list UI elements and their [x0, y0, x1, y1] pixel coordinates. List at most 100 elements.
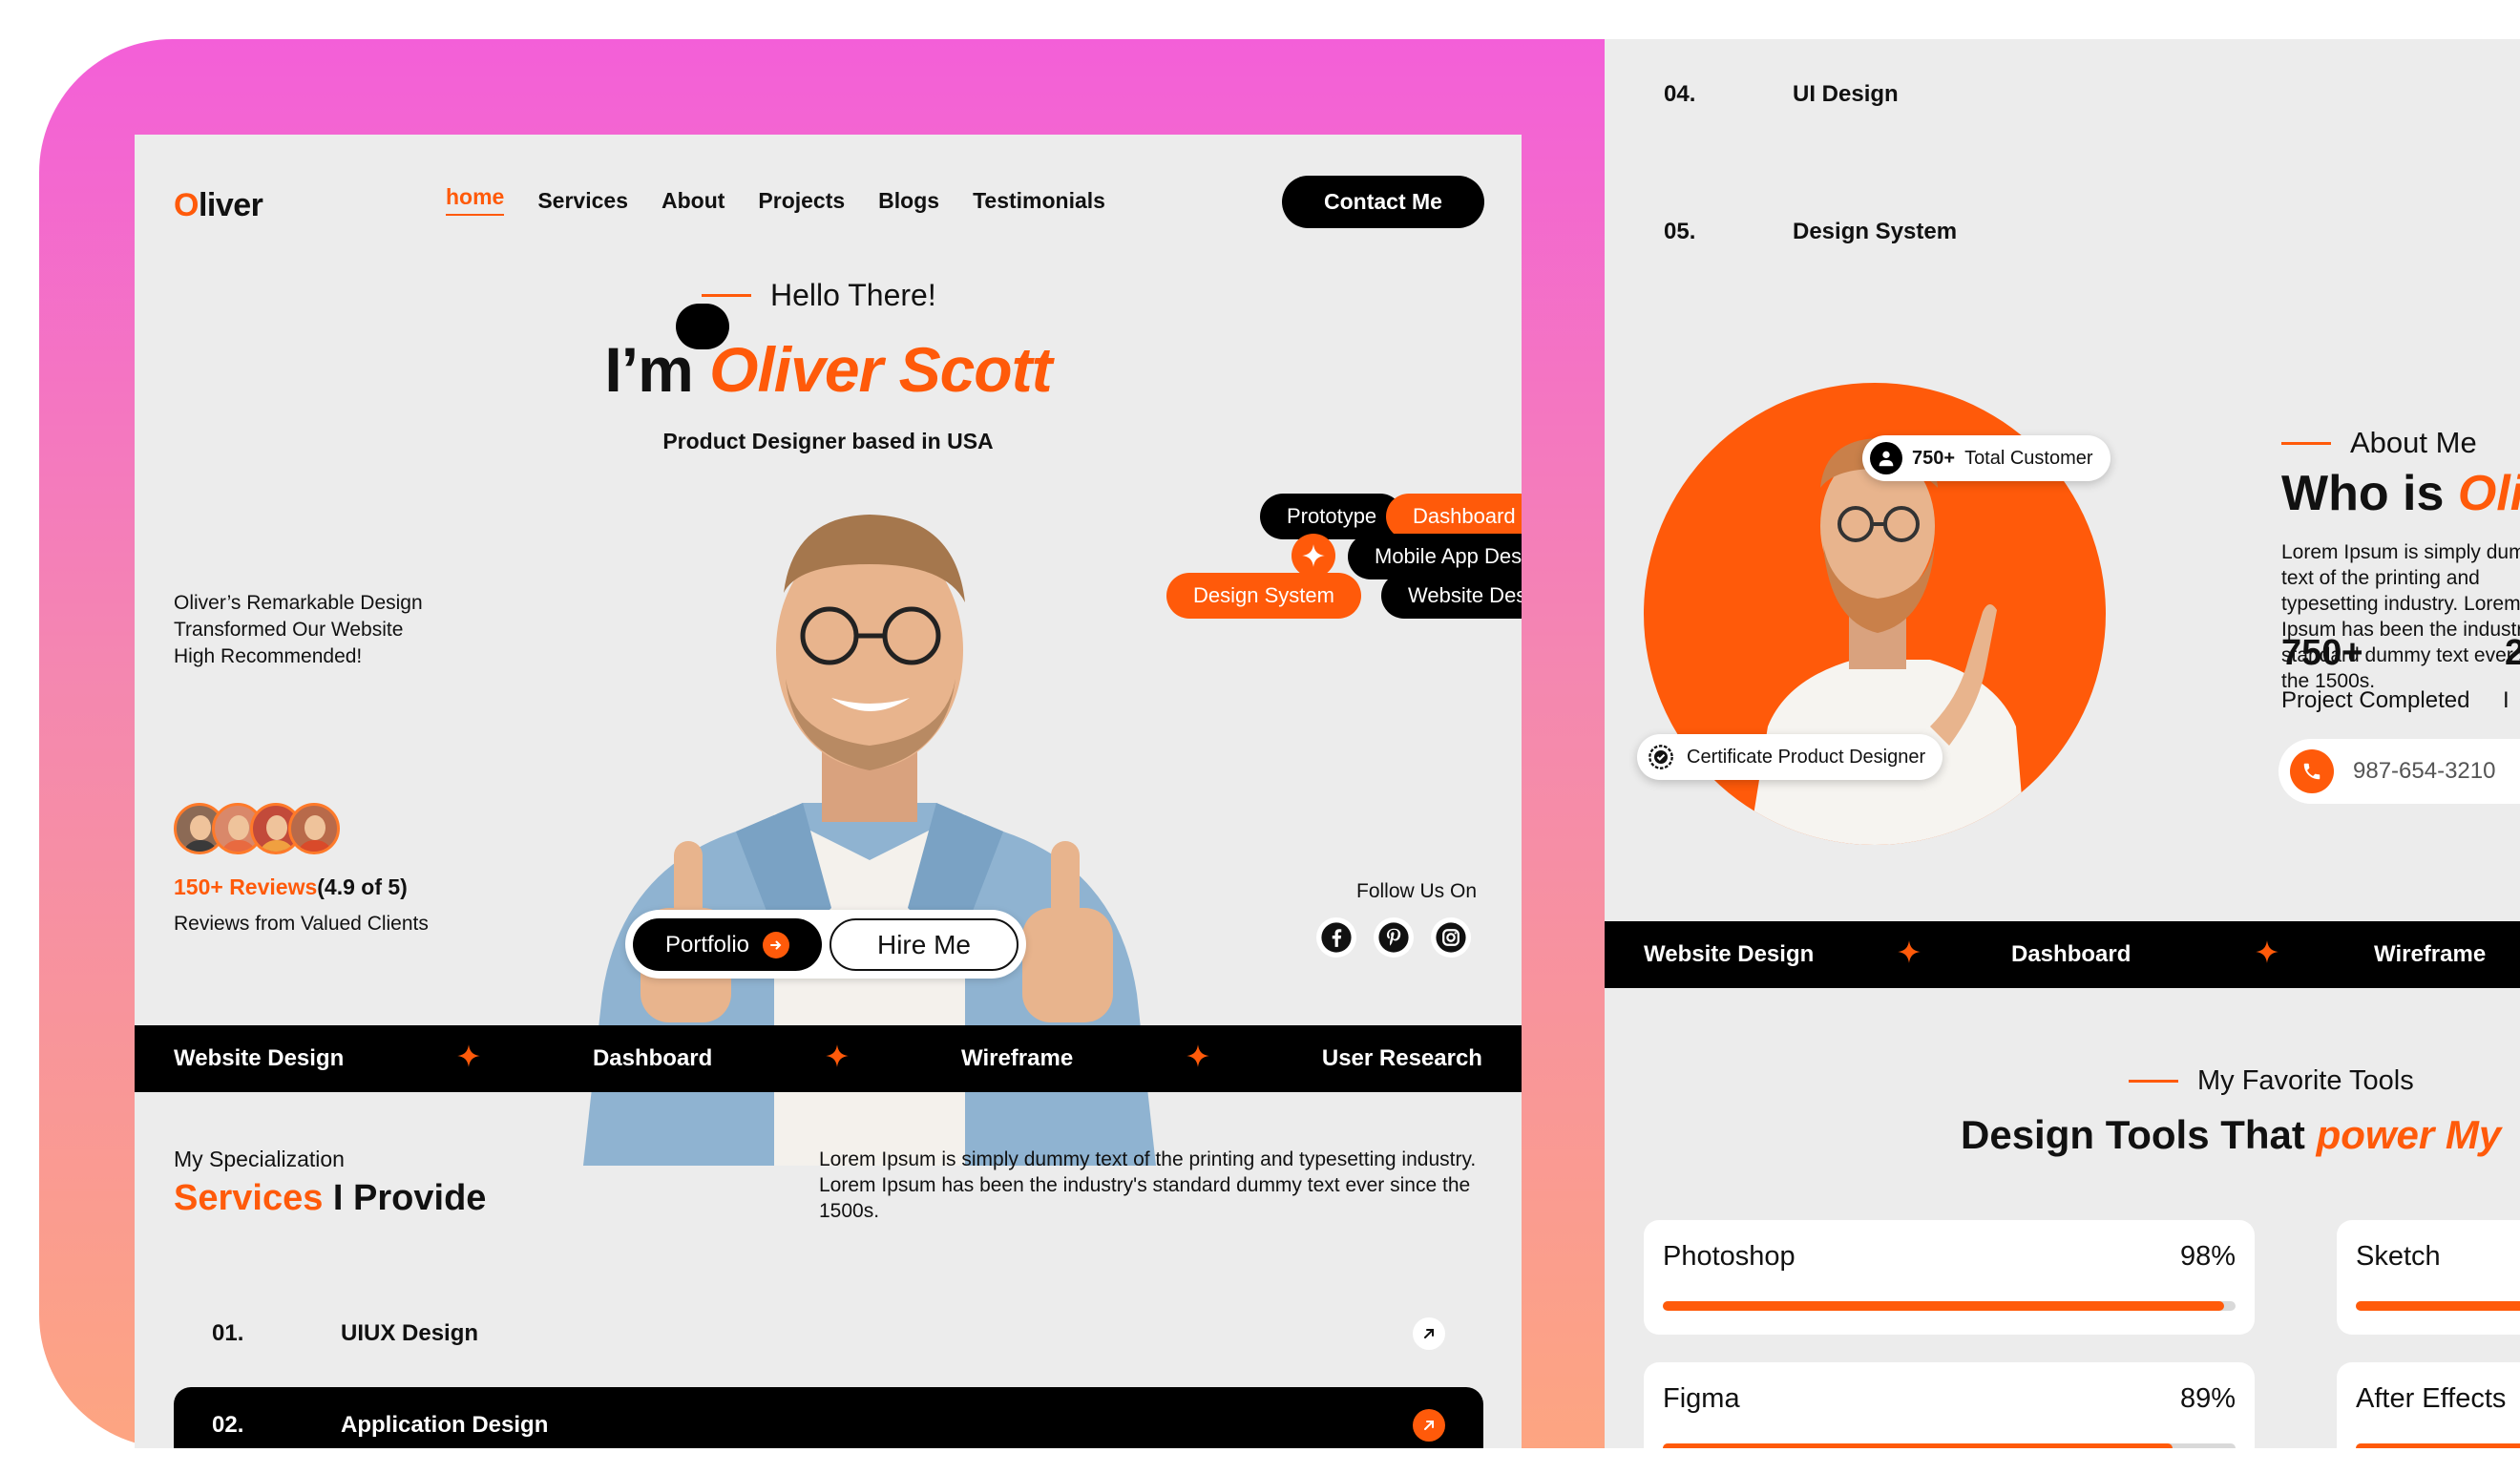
- ticker-item: Website Design: [1644, 941, 1815, 967]
- testimonial-quote: Oliver’s Remarkable Design Transformed O…: [174, 590, 489, 670]
- stat-label: Project Completed: [2281, 687, 2470, 713]
- ticker-item: Wireframe: [2374, 941, 2487, 967]
- services-description: Lorem Ipsum is simply dummy text of the …: [819, 1148, 1477, 1222]
- tool-progress-track: [1663, 1443, 2236, 1448]
- user-icon: [1870, 442, 1902, 474]
- arrow-up-right-icon[interactable]: [1413, 1409, 1445, 1442]
- nav-services[interactable]: Services: [537, 188, 628, 216]
- sparkle-icon: [825, 1043, 850, 1075]
- about-title-name: Oliver: [2457, 466, 2520, 521]
- service-number: 04.: [1664, 81, 1696, 107]
- tool-card-photoshop: Photoshop 98%: [1644, 1220, 2255, 1335]
- portfolio-label: Portfolio: [664, 931, 750, 958]
- reviews-subtext: Reviews from Valued Clients: [174, 913, 429, 935]
- service-name: Application Design: [341, 1412, 549, 1438]
- nav-projects[interactable]: Projects: [758, 188, 845, 216]
- hero-name: Oliver Scott: [709, 334, 1052, 405]
- sparkle-icon: [1292, 534, 1335, 578]
- arrow-up-right-icon[interactable]: [1413, 1317, 1445, 1350]
- nav-testimonials[interactable]: Testimonials: [973, 188, 1105, 216]
- tag-prototype[interactable]: Prototype: [1260, 494, 1404, 539]
- portfolio-page-hero: Oliver home Services About Projects Blog…: [135, 135, 1522, 1448]
- stat-value: 750+: [2281, 633, 2363, 673]
- ticker-item: Wireframe: [961, 1045, 1074, 1071]
- tools-title-highlight: power My: [2316, 1112, 2502, 1157]
- tool-progress-fill: [2356, 1301, 2520, 1311]
- sparkle-icon: [456, 1043, 481, 1075]
- hero-subtitle: Product Designer based in USA: [662, 429, 994, 453]
- phone-contact[interactable]: 987-654-3210: [2278, 739, 2520, 804]
- tool-progress-track: [2356, 1301, 2520, 1311]
- hello-heading: Hello There!: [702, 278, 936, 313]
- hire-me-button[interactable]: Hire Me: [830, 918, 1018, 971]
- services-title: Services I Provide: [174, 1178, 486, 1219]
- tool-card-figma: Figma 89%: [1644, 1362, 2255, 1448]
- service-number: 02.: [212, 1412, 244, 1438]
- tag-website-design[interactable]: Website Design: [1381, 573, 1522, 619]
- tag-dashboard[interactable]: Dashboard: [1386, 494, 1522, 539]
- phone-number: 987-654-3210: [2353, 758, 2496, 784]
- instagram-icon[interactable]: [1431, 917, 1471, 958]
- tools-title-prefix: Design Tools That: [1961, 1112, 2317, 1157]
- customers-count: 750+: [1912, 447, 1956, 469]
- testimonial-line-3: High Recommended!: [174, 645, 363, 667]
- ticker-item: Dashboard: [2011, 941, 2132, 967]
- spacer: [676, 304, 729, 349]
- reviews-count: 150+ Reviews(4.9 of 5): [174, 874, 408, 900]
- tools-title: Design Tools That power My: [1961, 1112, 2501, 1158]
- service-number: 05.: [1664, 219, 1696, 244]
- reviews-rating: (4.9 of 5): [317, 874, 408, 899]
- testimonial-line-1: Oliver’s Remarkable Design: [174, 592, 423, 614]
- service-name[interactable]: Design System: [1793, 219, 1957, 245]
- service-row-active[interactable]: 02. Application Design: [174, 1387, 1483, 1448]
- sparkle-icon: [1897, 939, 2011, 971]
- tool-name: Photoshop: [1663, 1241, 1796, 1272]
- facebook-icon[interactable]: [1316, 917, 1356, 958]
- tool-card-after-effects: After Effects: [2337, 1362, 2520, 1448]
- about-label: About Me: [2281, 426, 2477, 460]
- portfolio-button[interactable]: Portfolio: [633, 918, 822, 971]
- about-title-prefix: Who is: [2281, 466, 2458, 521]
- nav-about[interactable]: About: [662, 188, 724, 216]
- accent-dash: [2281, 441, 2331, 445]
- customers-label: Total Customer: [1964, 447, 2093, 469]
- hero-cta-group: Portfolio Hire Me: [625, 910, 1026, 979]
- contact-button[interactable]: Contact Me: [1282, 176, 1484, 228]
- tools-label: My Favorite Tools: [2129, 1065, 2414, 1097]
- service-row[interactable]: 01. UIUX Design: [174, 1295, 1483, 1372]
- reviews-highlight: 150+ Reviews: [174, 874, 318, 899]
- social-links: [1316, 917, 1471, 958]
- screenshot-stage: Oliver home Services About Projects Blog…: [0, 0, 2520, 1474]
- logo-initial: O: [174, 187, 199, 223]
- tag-design-system[interactable]: Design System: [1166, 573, 1361, 619]
- service-number: 01.: [212, 1320, 244, 1346]
- main-nav: home Services About Projects Blogs Testi…: [446, 184, 1105, 216]
- tool-progress-fill: [2356, 1443, 2520, 1448]
- tool-percent: 89%: [2179, 1383, 2236, 1414]
- certificate-badge: Certificate Product Designer: [1637, 734, 1943, 780]
- logo[interactable]: Oliver: [174, 187, 263, 224]
- service-name[interactable]: UI Design: [1793, 81, 1899, 108]
- accent-dash: [2129, 1080, 2178, 1083]
- services-title-highlight: Services: [174, 1178, 324, 1218]
- tool-progress-track: [2356, 1443, 2520, 1448]
- nav-blogs[interactable]: Blogs: [878, 188, 939, 216]
- accent-dash: [702, 294, 751, 297]
- avatar: [288, 803, 340, 854]
- ticker-item: Dashboard: [592, 1045, 713, 1071]
- tool-card-sketch: Sketch: [2337, 1220, 2520, 1335]
- follow-label: Follow Us On: [1356, 880, 1478, 902]
- pinterest-icon[interactable]: [1374, 917, 1414, 958]
- stat-value: 2: [2505, 633, 2520, 673]
- sparkle-icon: [2255, 939, 2374, 971]
- nav-home[interactable]: home: [446, 184, 505, 216]
- ticker-item: Website Design: [174, 1045, 345, 1071]
- services-title-rest: I Provide: [323, 1178, 487, 1218]
- ticker-item: User Research: [1321, 1045, 1482, 1071]
- client-avatars: [174, 803, 340, 854]
- skills-ticker: Website Design Dashboard Wireframe User …: [135, 1025, 1522, 1092]
- tool-name: Figma: [1663, 1383, 1740, 1414]
- specialization-label: My Specialization: [174, 1147, 345, 1171]
- stat-label: I: [2503, 687, 2510, 713]
- portfolio-page-about: 04. UI Design 05. Design System 750+ Tot…: [1605, 39, 2520, 1448]
